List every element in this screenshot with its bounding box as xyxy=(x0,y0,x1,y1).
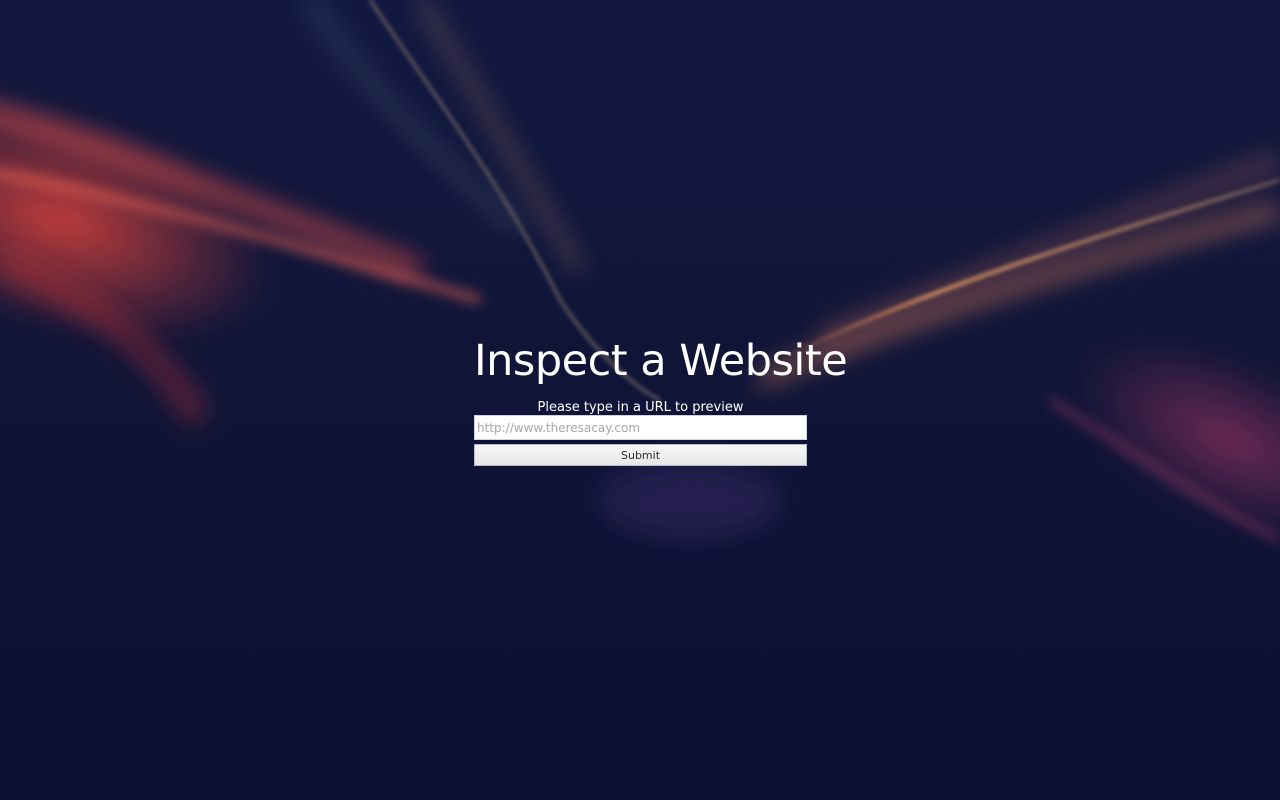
inspect-form-panel: Inspect a Website Please type in a URL t… xyxy=(474,330,848,466)
instruction-text: Please type in a URL to preview xyxy=(537,400,744,415)
submit-button[interactable]: Submit xyxy=(474,444,807,466)
url-input[interactable] xyxy=(474,415,807,440)
page-title: Inspect a Website xyxy=(474,336,848,386)
